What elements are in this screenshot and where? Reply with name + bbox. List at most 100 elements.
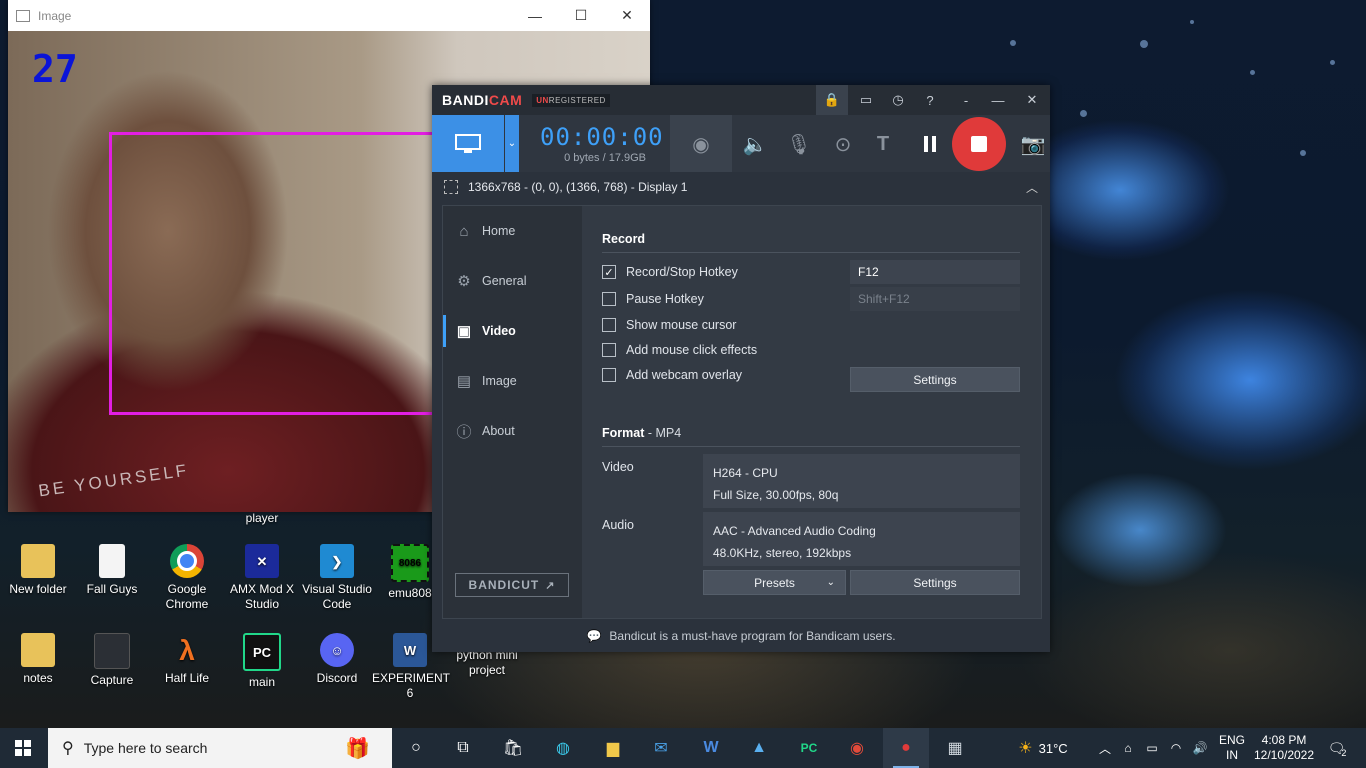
desktop-icon-player-label[interactable]: player (224, 511, 300, 526)
microsoft-store-icon[interactable]: 🛍 (490, 728, 536, 768)
notification-count: 2 (1341, 748, 1347, 758)
folder-icon[interactable]: ▭ (850, 85, 882, 115)
desktop-icon-half-life[interactable]: λ Half Life (149, 633, 225, 686)
desktop-icon-fall-guys[interactable]: Fall Guys (74, 544, 150, 597)
show-hidden-icons-chevron-icon[interactable]: ︿ (1096, 728, 1114, 768)
text-overlay-icon[interactable]: T (868, 129, 898, 159)
bandicam-footer[interactable]: 💬 Bandicut is a must-have program for Ba… (432, 620, 1050, 652)
maximize-button[interactable]: ☐ (558, 0, 604, 31)
clock-icon[interactable]: ◷ (882, 85, 914, 115)
pause-hotkey-checkbox[interactable]: Pause Hotkey (602, 292, 704, 306)
desktop-icon-discord[interactable]: ☺ Discord (299, 633, 375, 686)
desktop-icon-new-folder[interactable]: New folder (0, 544, 76, 597)
desktop-icon-notes[interactable]: notes (0, 633, 76, 686)
wifi-icon[interactable]: ◠ (1166, 728, 1186, 768)
screenshot-camera-icon[interactable]: 📷 (1018, 129, 1048, 159)
mail-icon[interactable]: ✉ (638, 728, 684, 768)
mouse-click-icon[interactable]: ⊙ (828, 129, 858, 159)
chat-bubble-icon: 💬 (586, 629, 602, 643)
audio-codec: AAC - Advanced Audio Coding (713, 524, 876, 538)
folder-icon (21, 544, 55, 578)
image-viewer-taskbar-icon[interactable]: ▦ (932, 728, 978, 768)
task-view-icon[interactable]: ⧉ (440, 728, 486, 768)
notification-center-icon[interactable]: 🗨 2 (1322, 728, 1352, 768)
chip-icon: 8086 (391, 544, 429, 582)
cortana-icon[interactable]: ○ (393, 728, 439, 768)
video-detail: Full Size, 30.00fps, 80q (713, 488, 839, 502)
nav-general[interactable]: ⚙ General (443, 261, 582, 301)
desktop-icon-amx-mod-x-studio[interactable]: ✕ AMX Mod X Studio (224, 544, 300, 612)
record-stop-hotkey-checkbox[interactable]: ✓ Record/Stop Hotkey (602, 265, 738, 279)
minimize-mini-icon[interactable]: ‐ (950, 85, 982, 115)
external-link-icon: ↗ (545, 579, 556, 592)
audio-detail: 48.0KHz, stereo, 192kbps (713, 546, 852, 560)
minimize-button[interactable]: — (512, 0, 558, 31)
desktop-icon-visual-studio-code[interactable]: ❯ Visual Studio Code (299, 544, 375, 612)
mouse-click-effects-checkbox[interactable]: Add mouse click effects (602, 343, 757, 357)
record-stop-button[interactable] (952, 117, 1006, 171)
recording-timer: 00:00:00 (540, 123, 664, 151)
record-section-heading: Record (602, 232, 646, 246)
clock[interactable]: 4:08 PM 12/10/2022 (1252, 728, 1316, 768)
chrome-icon (170, 544, 204, 578)
nav-about[interactable]: ⓘ About (443, 411, 582, 451)
nav-home[interactable]: ⌂ Home (443, 211, 582, 251)
capture-area-bar[interactable]: 1366x768 - (0, 0), (1366, 768) - Display… (432, 172, 1050, 202)
record-hotkey-field[interactable]: F12 (850, 260, 1020, 284)
webcam-icon: ◉ (692, 133, 710, 156)
file-explorer-icon[interactable]: ▆ (590, 728, 636, 768)
collapse-chevron-icon[interactable]: ︿ (1026, 179, 1038, 196)
bandicam-titlebar[interactable]: BANDICAM UNREGISTERED 🔒 ▭ ◷ ? ‐ — ✕ (432, 85, 1050, 115)
photos-icon[interactable]: ▲ (736, 728, 782, 768)
chrome-taskbar-icon[interactable]: ◉ (834, 728, 880, 768)
video-format-box[interactable]: H264 - CPU Full Size, 30.00fps, 80q (703, 454, 1020, 508)
microphone-icon[interactable]: 🎙 (784, 129, 814, 159)
format-settings-button[interactable]: Settings (850, 570, 1020, 595)
close-button[interactable]: ✕ (1016, 85, 1048, 115)
lock-icon[interactable]: 🔒 (816, 85, 848, 115)
audio-format-box[interactable]: AAC - Advanced Audio Coding 48.0KHz, ste… (703, 512, 1020, 566)
chevron-down-icon: ⌄ (826, 577, 835, 588)
battery-icon[interactable]: ▭ (1142, 728, 1162, 768)
speaker-icon[interactable]: 🔈 (740, 129, 770, 159)
search-icon: ⚲ (62, 740, 74, 757)
word-icon[interactable]: W (688, 728, 734, 768)
clock-date: 12/10/2022 (1253, 748, 1315, 762)
webcam-overlay-checkbox[interactable]: Add webcam overlay (602, 368, 742, 382)
webcam-button[interactable]: ◉ (670, 115, 732, 172)
start-button[interactable] (0, 728, 46, 768)
close-button[interactable]: ✕ (604, 0, 650, 31)
info-icon: ⓘ (456, 423, 472, 441)
screen-recording-mode-button[interactable] (432, 115, 504, 172)
mode-dropdown-chevron-icon[interactable]: ⌄ (505, 115, 519, 172)
desktop-icon-google-chrome[interactable]: Google Chrome (149, 544, 225, 612)
presets-button[interactable]: Presets ⌄ (703, 570, 846, 595)
pycharm-taskbar-icon[interactable]: PC (786, 728, 832, 768)
weather-widget[interactable]: ☀ 31°C (1008, 728, 1078, 768)
bandicam-taskbar-icon[interactable]: ● (883, 728, 929, 768)
search-highlight-icon: 🎁 (345, 737, 370, 760)
volume-icon[interactable]: 🔊 (1190, 728, 1210, 768)
help-icon[interactable]: ? (914, 85, 946, 115)
image-window-titlebar[interactable]: Image — ☐ ✕ (8, 0, 650, 31)
taskbar-search-box[interactable]: ⚲ Type here to search 🎁 (48, 728, 392, 768)
format-section-heading: Format - MP4 (602, 426, 682, 440)
format-divider (602, 446, 1020, 447)
desktop-icon-capture[interactable]: Capture (74, 633, 150, 688)
edge-icon[interactable]: ◍ (540, 728, 586, 768)
minimize-button[interactable]: — (982, 85, 1014, 115)
video-settings-icon: ▣ (456, 323, 472, 340)
pause-button[interactable] (916, 129, 944, 159)
nav-image[interactable]: ▤ Image (443, 361, 582, 401)
pause-hotkey-field[interactable]: Shift+F12 (850, 287, 1020, 311)
image-file-icon (94, 633, 130, 669)
show-mouse-cursor-checkbox[interactable]: Show mouse cursor (602, 318, 736, 332)
image-settings-icon: ▤ (456, 373, 472, 390)
record-settings-button[interactable]: Settings (850, 367, 1020, 392)
desktop-icon-main[interactable]: PC main (224, 633, 300, 690)
bandicut-button[interactable]: BANDICUT ↗ (455, 573, 569, 597)
desktop-icon-python-mini-project[interactable]: python mini project (449, 648, 525, 678)
nav-video[interactable]: ▣ Video (443, 311, 582, 351)
language-indicator[interactable]: ENG IN (1214, 728, 1250, 768)
meet-now-icon[interactable]: ⌂ (1118, 728, 1138, 768)
